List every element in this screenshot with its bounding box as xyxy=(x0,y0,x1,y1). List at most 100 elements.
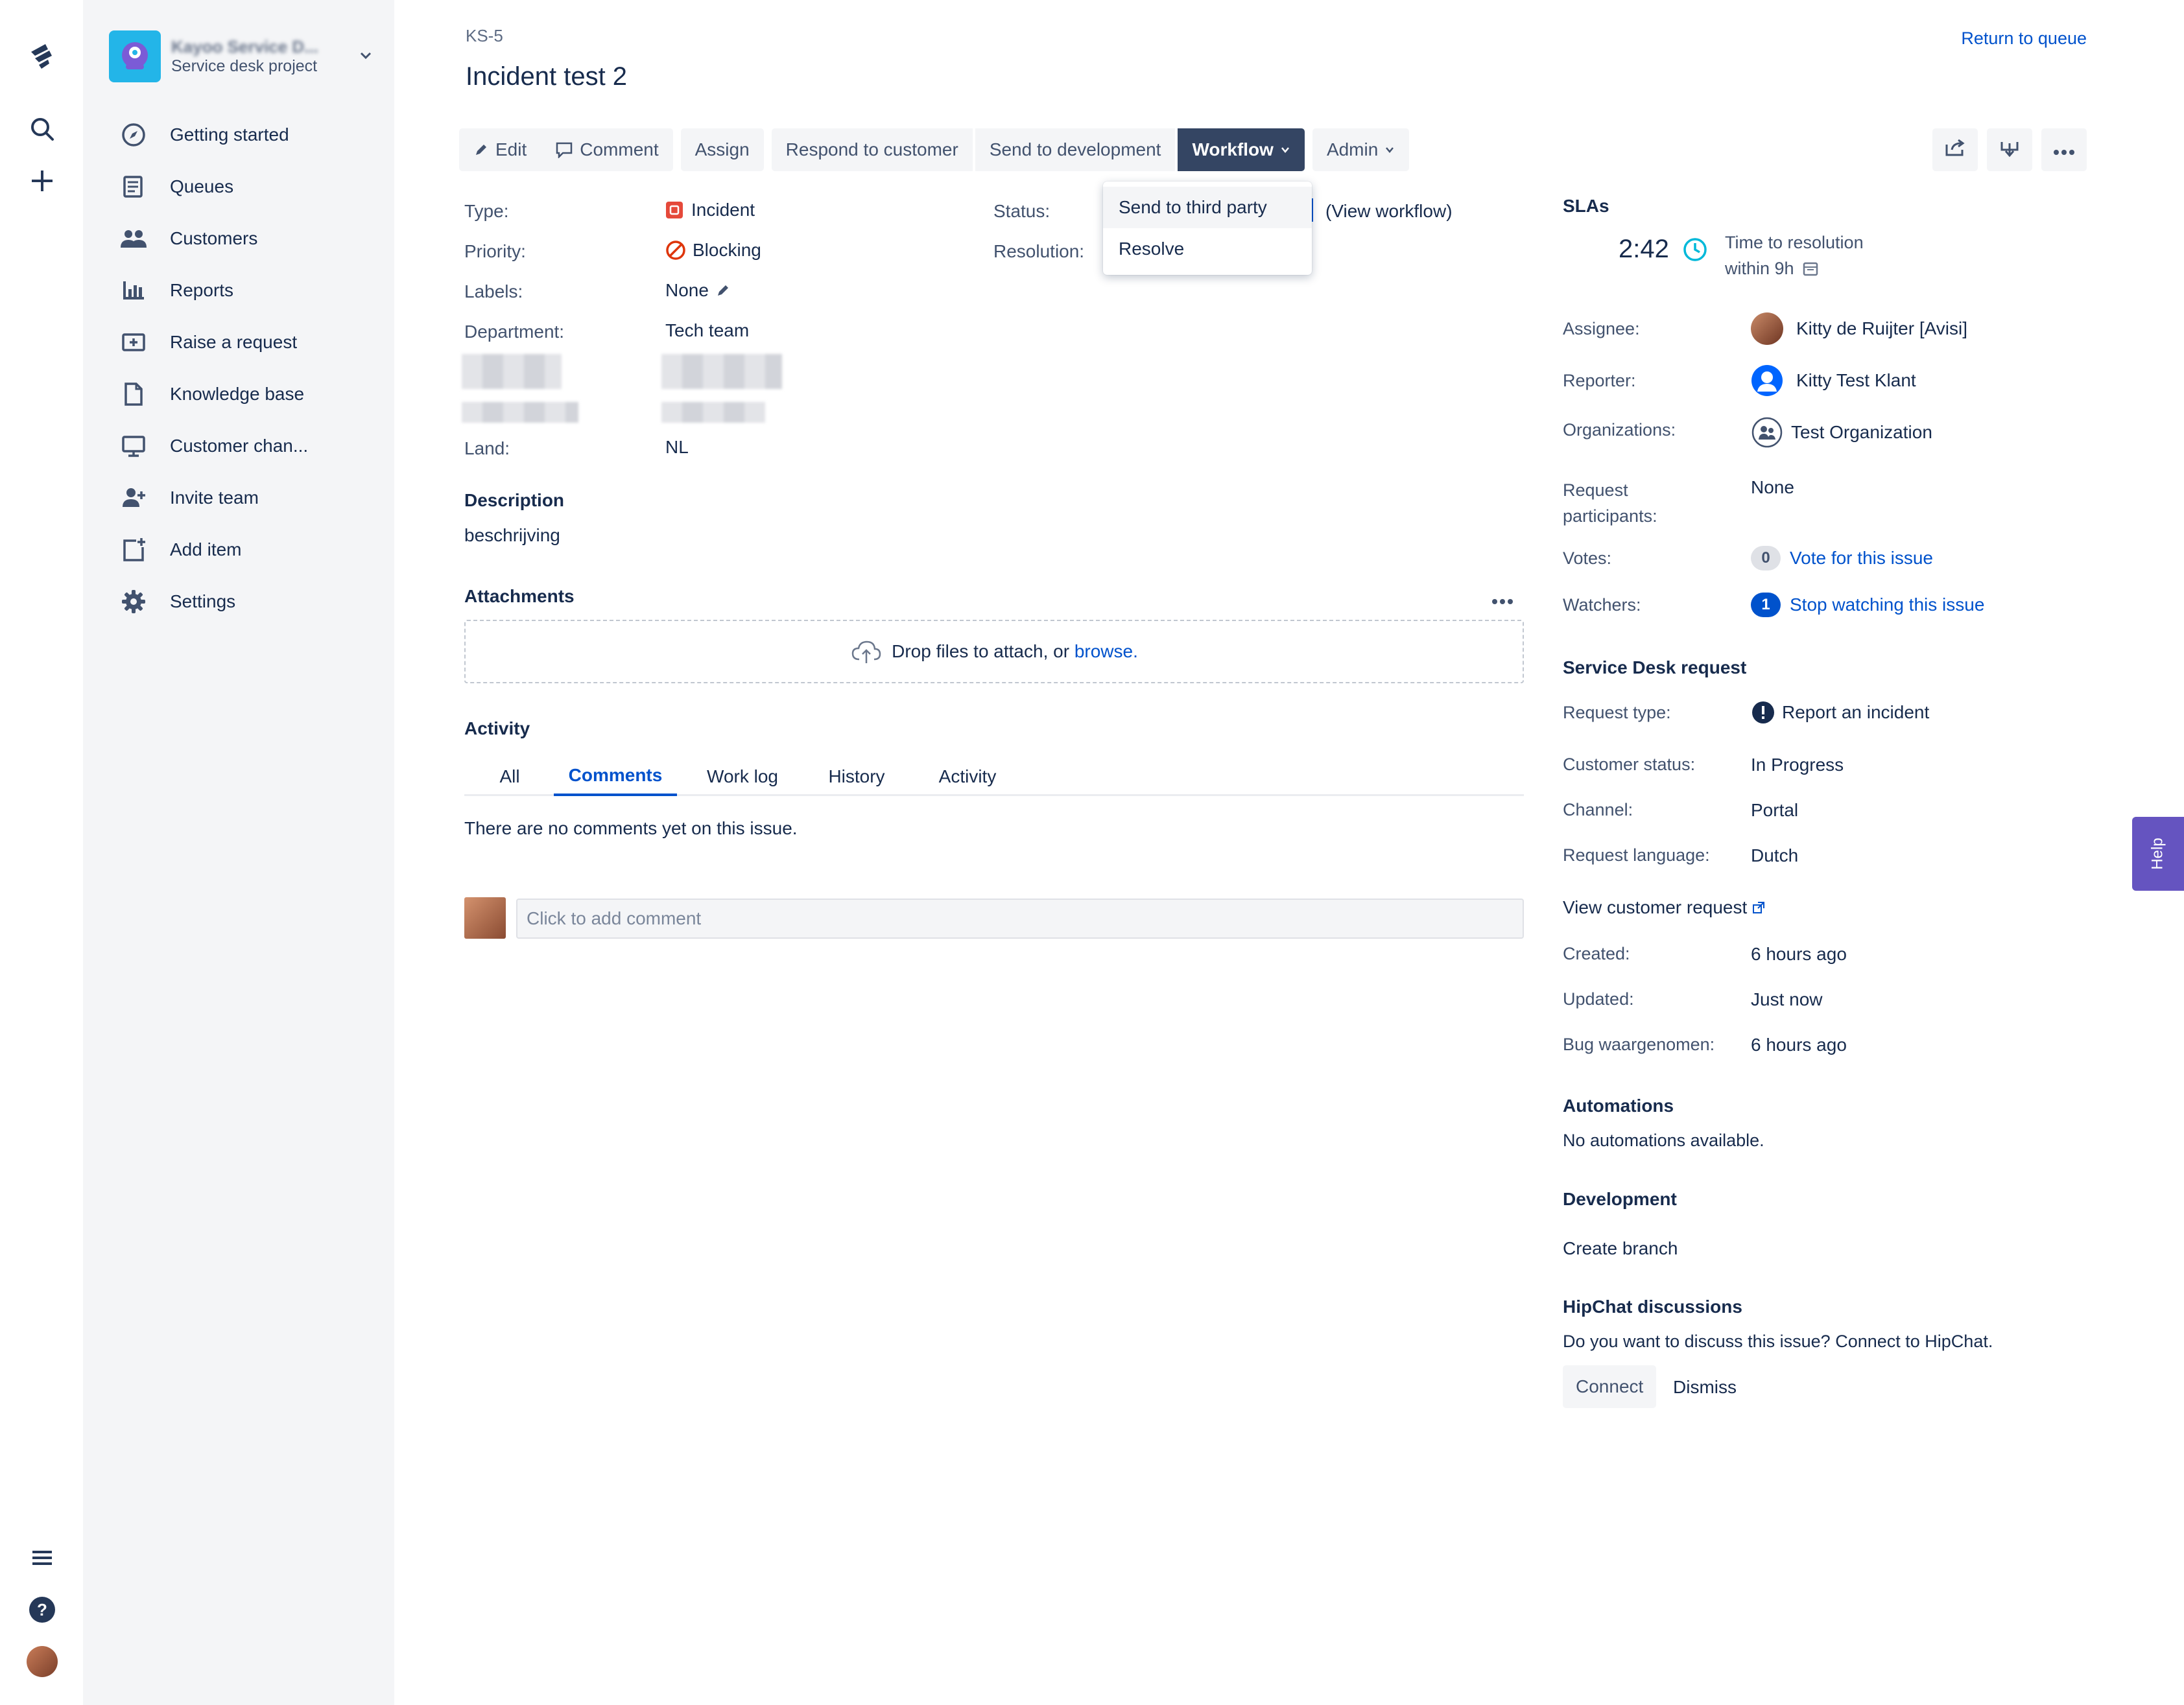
sidebar-item-label: Queues xyxy=(170,176,234,196)
created-label: Created: xyxy=(1563,944,1630,963)
menu-icon[interactable] xyxy=(26,1542,58,1574)
reporter-value[interactable]: Kitty Test Klant xyxy=(1751,364,1916,397)
organization-value[interactable]: Test Organization xyxy=(1751,416,1932,449)
menu-item-send-to-third-party[interactable]: Send to third party xyxy=(1103,187,1312,228)
sla-goal: within 9h xyxy=(1725,259,1794,278)
help-tab[interactable]: Help xyxy=(2132,817,2184,891)
pencil-icon[interactable] xyxy=(715,283,731,298)
user-icon xyxy=(1751,364,1783,397)
queues-icon xyxy=(119,172,148,201)
sla-name: Time to resolution xyxy=(1725,233,1864,252)
respond-to-customer-button[interactable]: Respond to customer xyxy=(771,128,973,171)
assign-button[interactable]: Assign xyxy=(680,128,764,171)
connect-button[interactable]: Connect xyxy=(1563,1365,1657,1408)
assignee-value[interactable]: Kitty de Ruijter [Avisi] xyxy=(1751,312,1967,345)
raise-request-icon xyxy=(119,328,148,357)
edit-button[interactable]: Edit xyxy=(459,128,541,171)
sidebar-item-settings[interactable]: Settings xyxy=(119,582,379,621)
document-icon xyxy=(119,380,148,408)
workflow-dropdown-menu: Send to third party Resolve xyxy=(1103,182,1312,275)
type-value[interactable]: Incident xyxy=(665,200,755,220)
search-icon[interactable] xyxy=(26,113,58,145)
browse-link[interactable]: browse. xyxy=(1074,641,1138,662)
workflow-button[interactable]: Workflow xyxy=(1178,128,1305,171)
tab-activity[interactable]: Activity xyxy=(922,757,1013,796)
add-comment-input[interactable]: Click to add comment xyxy=(516,899,1524,939)
request-type-value[interactable]: Report an incident xyxy=(1751,700,1929,725)
reporter-label: Reporter: xyxy=(1563,371,1636,390)
tab-comments[interactable]: Comments xyxy=(554,757,677,796)
return-to-queue-link[interactable]: Return to queue xyxy=(1961,29,2087,49)
issue-key[interactable]: KS-5 xyxy=(466,26,503,46)
redacted-field-value xyxy=(661,402,765,423)
jira-logo-icon[interactable] xyxy=(26,39,58,71)
more-actions-button[interactable] xyxy=(2041,128,2087,171)
project-header[interactable]: Kayoo Service D... Service desk project xyxy=(109,29,381,84)
attachment-dropzone[interactable]: Drop files to attach, or browse. xyxy=(464,620,1524,683)
vote-for-issue-link[interactable]: Vote for this issue xyxy=(1790,548,1933,569)
issue-actions xyxy=(1923,128,2087,171)
description-text[interactable]: beschrijving xyxy=(464,525,560,546)
land-label: Land: xyxy=(464,438,510,458)
request-participants-value[interactable]: None xyxy=(1751,477,1794,498)
sidebar-item-knowledge-base[interactable]: Knowledge base xyxy=(119,375,379,414)
user-avatar[interactable] xyxy=(26,1645,58,1678)
sla-time: 2:42 xyxy=(1619,235,1708,264)
help-circle-icon[interactable]: ? xyxy=(26,1593,58,1626)
stop-watching-link[interactable]: Stop watching this issue xyxy=(1790,594,1984,615)
sidebar-item-customer-channels[interactable]: Customer chan... xyxy=(119,427,379,465)
sidebar-item-customers[interactable]: Customers xyxy=(119,219,379,258)
watchers-label: Watchers: xyxy=(1563,595,1641,615)
admin-button[interactable]: Admin xyxy=(1312,128,1410,171)
votes-label: Votes: xyxy=(1563,548,1612,568)
add-item-icon xyxy=(119,535,148,564)
menu-item-resolve[interactable]: Resolve xyxy=(1103,228,1312,270)
sidebar-item-invite-team[interactable]: Invite team xyxy=(119,478,379,517)
tab-all[interactable]: All xyxy=(490,757,529,796)
view-customer-request-link[interactable]: View customer request xyxy=(1563,897,1765,918)
sidebar-item-label: Customer chan... xyxy=(170,436,309,456)
tab-work-log[interactable]: Work log xyxy=(694,757,791,796)
hipchat-heading: HipChat discussions xyxy=(1563,1297,1742,1317)
request-language-value[interactable]: Dutch xyxy=(1751,845,1798,866)
customer-status-label: Customer status: xyxy=(1563,755,1696,774)
issue-title[interactable]: Incident test 2 xyxy=(466,62,627,91)
request-type-label: Request type: xyxy=(1563,703,1671,722)
updated-value: Just now xyxy=(1751,989,1823,1009)
channel-value: Portal xyxy=(1751,800,1799,820)
share-icon xyxy=(1944,138,1966,162)
project-sidebar: Kayoo Service D... Service desk project … xyxy=(83,0,394,1705)
land-value[interactable]: NL xyxy=(665,437,689,458)
service-desk-heading: Service Desk request xyxy=(1563,657,1747,677)
labels-label: Labels: xyxy=(464,281,523,301)
create-branch-link[interactable]: Create branch xyxy=(1563,1238,1678,1259)
sidebar-item-queues[interactable]: Queues xyxy=(119,167,379,206)
export-button[interactable] xyxy=(1987,128,2032,171)
send-to-development-button[interactable]: Send to development xyxy=(975,128,1176,171)
calendar-icon xyxy=(1802,260,1819,277)
comment-button[interactable]: Comment xyxy=(541,128,673,171)
priority-value[interactable]: Blocking xyxy=(665,240,761,261)
sidebar-item-add-item[interactable]: Add item xyxy=(119,530,379,569)
attachments-heading: Attachments xyxy=(464,586,575,606)
compass-icon xyxy=(119,121,148,149)
attachments-more-icon[interactable] xyxy=(1491,589,1513,609)
watchers-count-badge: 1 xyxy=(1751,593,1781,617)
view-workflow-link[interactable]: (View workflow) xyxy=(1325,201,1453,222)
dismiss-link[interactable]: Dismiss xyxy=(1673,1377,1737,1398)
share-button[interactable] xyxy=(1932,128,1978,171)
labels-value[interactable]: None xyxy=(665,280,731,301)
sidebar-item-reports[interactable]: Reports xyxy=(119,271,379,310)
sidebar-item-getting-started[interactable]: Getting started xyxy=(119,115,379,154)
issue-toolbar: Edit Comment Assign Respond to customer … xyxy=(459,128,1417,171)
department-value[interactable]: Tech team xyxy=(665,320,749,341)
watchers-value: 1 Stop watching this issue xyxy=(1751,593,1984,617)
slas-heading: SLAs xyxy=(1563,196,1609,216)
create-plus-icon[interactable] xyxy=(26,165,58,197)
sidebar-item-raise-request[interactable]: Raise a request xyxy=(119,323,379,362)
request-participants-label: Request participants: xyxy=(1563,480,1657,526)
chevron-down-icon[interactable] xyxy=(358,47,374,67)
tab-history[interactable]: History xyxy=(814,757,899,796)
hipchat-text: Do you want to discuss this issue? Conne… xyxy=(1563,1332,1993,1351)
project-avatar-icon xyxy=(109,30,161,82)
